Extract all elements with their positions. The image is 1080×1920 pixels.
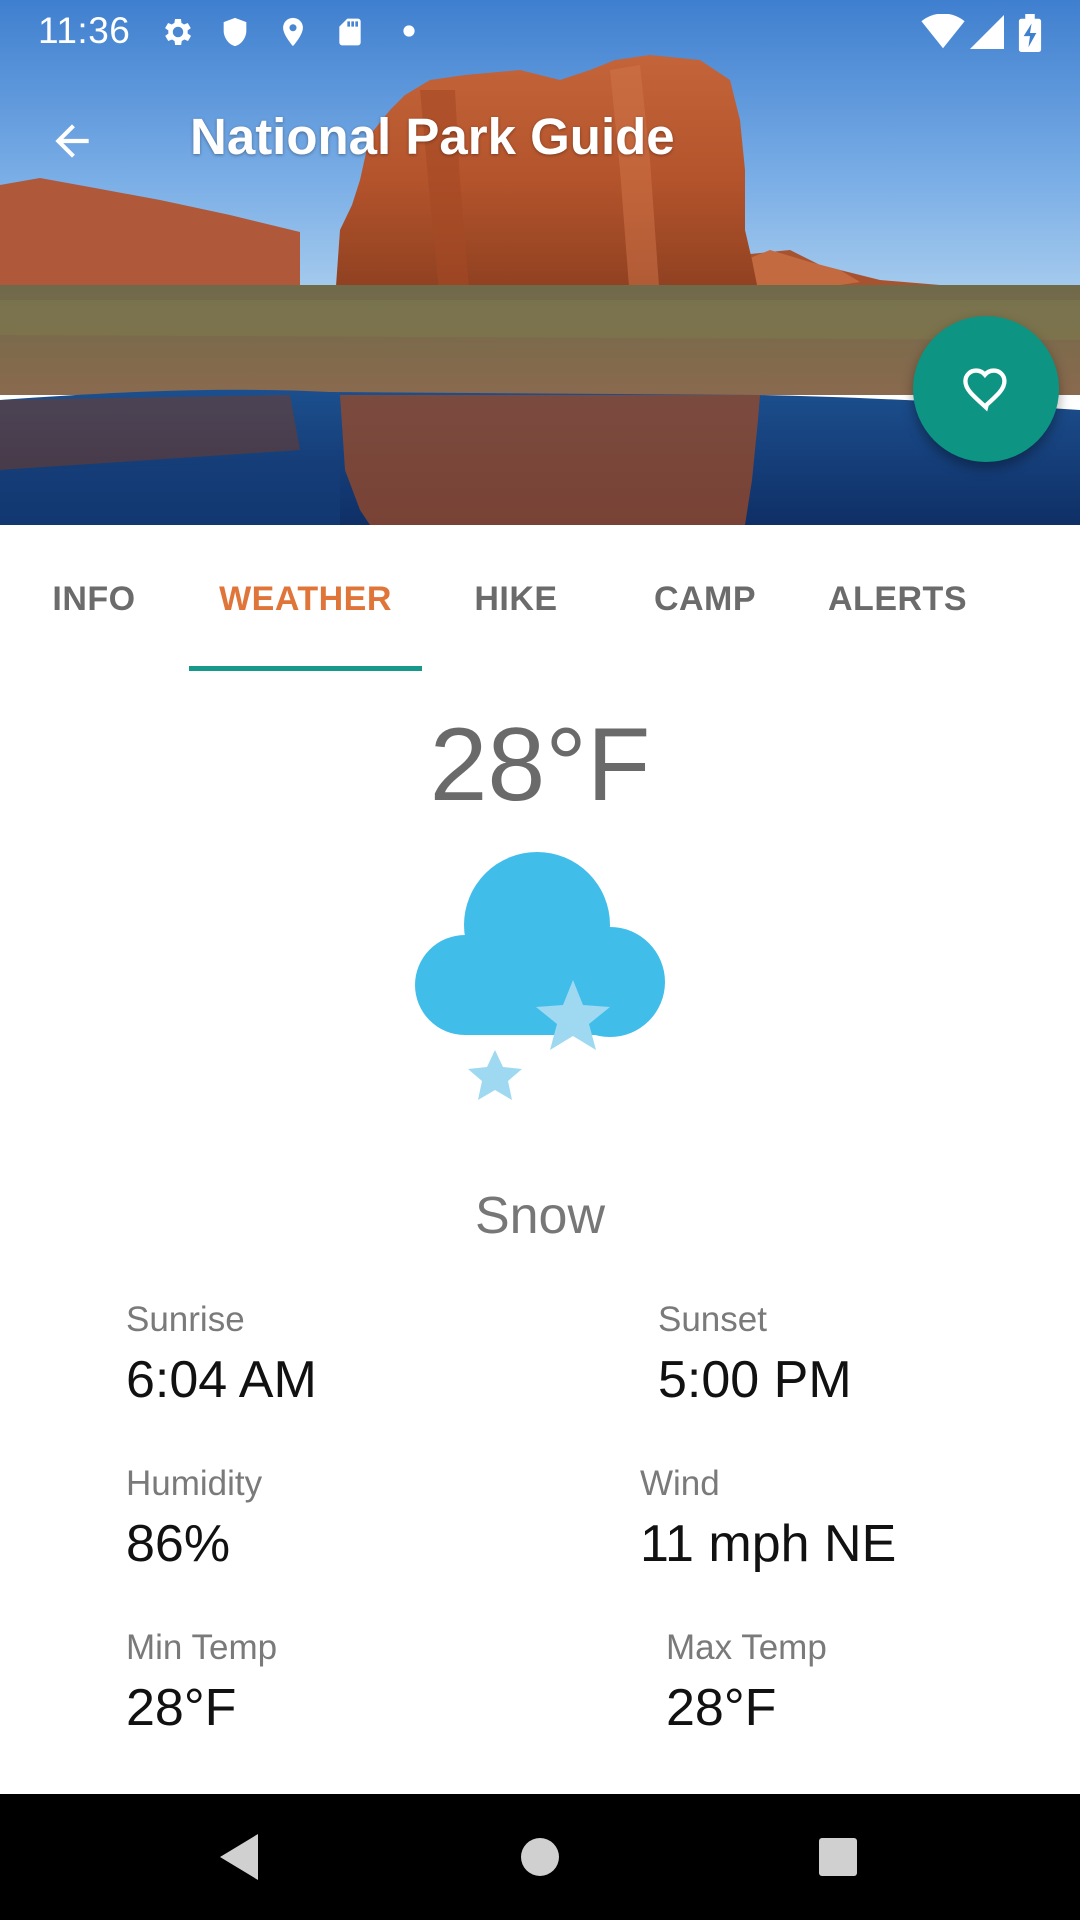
location-icon xyxy=(283,17,303,47)
battery-charging-icon xyxy=(1018,14,1042,52)
home-circle-icon xyxy=(521,1838,559,1876)
min-temp-value: 28°F xyxy=(126,1679,237,1737)
max-temp-label: Max Temp xyxy=(666,1628,827,1667)
section-tabs: INFO WEATHER HIKE CAMP ALERTS xyxy=(0,525,1080,671)
min-temp-label: Min Temp xyxy=(126,1628,278,1667)
humidity-value: 86% xyxy=(126,1515,231,1573)
active-tab-indicator xyxy=(189,666,422,671)
tab-alerts[interactable]: ALERTS xyxy=(820,580,975,619)
favorite-button[interactable] xyxy=(913,316,1059,462)
dot-icon xyxy=(403,25,415,37)
app-toolbar: National Park Guide xyxy=(0,63,1080,210)
sd-card-icon xyxy=(339,18,361,46)
status-time: 11:36 xyxy=(38,10,131,51)
tab-weather[interactable]: WEATHER xyxy=(189,580,422,619)
tab-hike[interactable]: HIKE xyxy=(460,580,572,619)
sunset-label: Sunset xyxy=(658,1300,767,1339)
nav-back-button[interactable] xyxy=(170,1794,310,1920)
back-button[interactable] xyxy=(36,105,108,177)
snow-cloud-icon xyxy=(415,852,665,1100)
park-hero-image: 11:36 National Park Guide xyxy=(0,0,1080,525)
sunrise-value: 6:04 AM xyxy=(126,1351,317,1409)
heart-outline-icon xyxy=(963,368,1007,412)
toolbar-title: National Park Guide xyxy=(190,108,675,165)
wind-value: 11 mph NE xyxy=(640,1515,897,1573)
sunrise-label: Sunrise xyxy=(126,1300,245,1339)
nav-recents-button[interactable] xyxy=(768,1794,908,1920)
weather-condition: Snow xyxy=(474,1187,606,1245)
screen: 11:36 National Park Guide INFO WEATHER H… xyxy=(0,0,1080,1920)
humidity-label: Humidity xyxy=(126,1464,263,1503)
current-temperature: 28°F xyxy=(429,707,651,823)
wind-label: Wind xyxy=(640,1464,720,1503)
arrow-back-icon xyxy=(55,124,89,158)
wifi-icon xyxy=(921,14,965,49)
back-triangle-icon xyxy=(220,1834,258,1880)
tab-info[interactable]: INFO xyxy=(40,580,148,619)
sunset-value: 5:00 PM xyxy=(658,1351,852,1409)
max-temp-value: 28°F xyxy=(666,1679,777,1737)
system-nav-bar xyxy=(0,1794,1080,1920)
signal-icon xyxy=(970,15,1004,49)
recents-square-icon xyxy=(819,1838,857,1876)
status-bar: 11:36 xyxy=(0,0,1080,63)
nav-home-button[interactable] xyxy=(470,1794,610,1920)
tab-camp[interactable]: CAMP xyxy=(645,580,765,619)
shield-icon xyxy=(223,17,247,47)
settings-icon xyxy=(165,18,192,46)
